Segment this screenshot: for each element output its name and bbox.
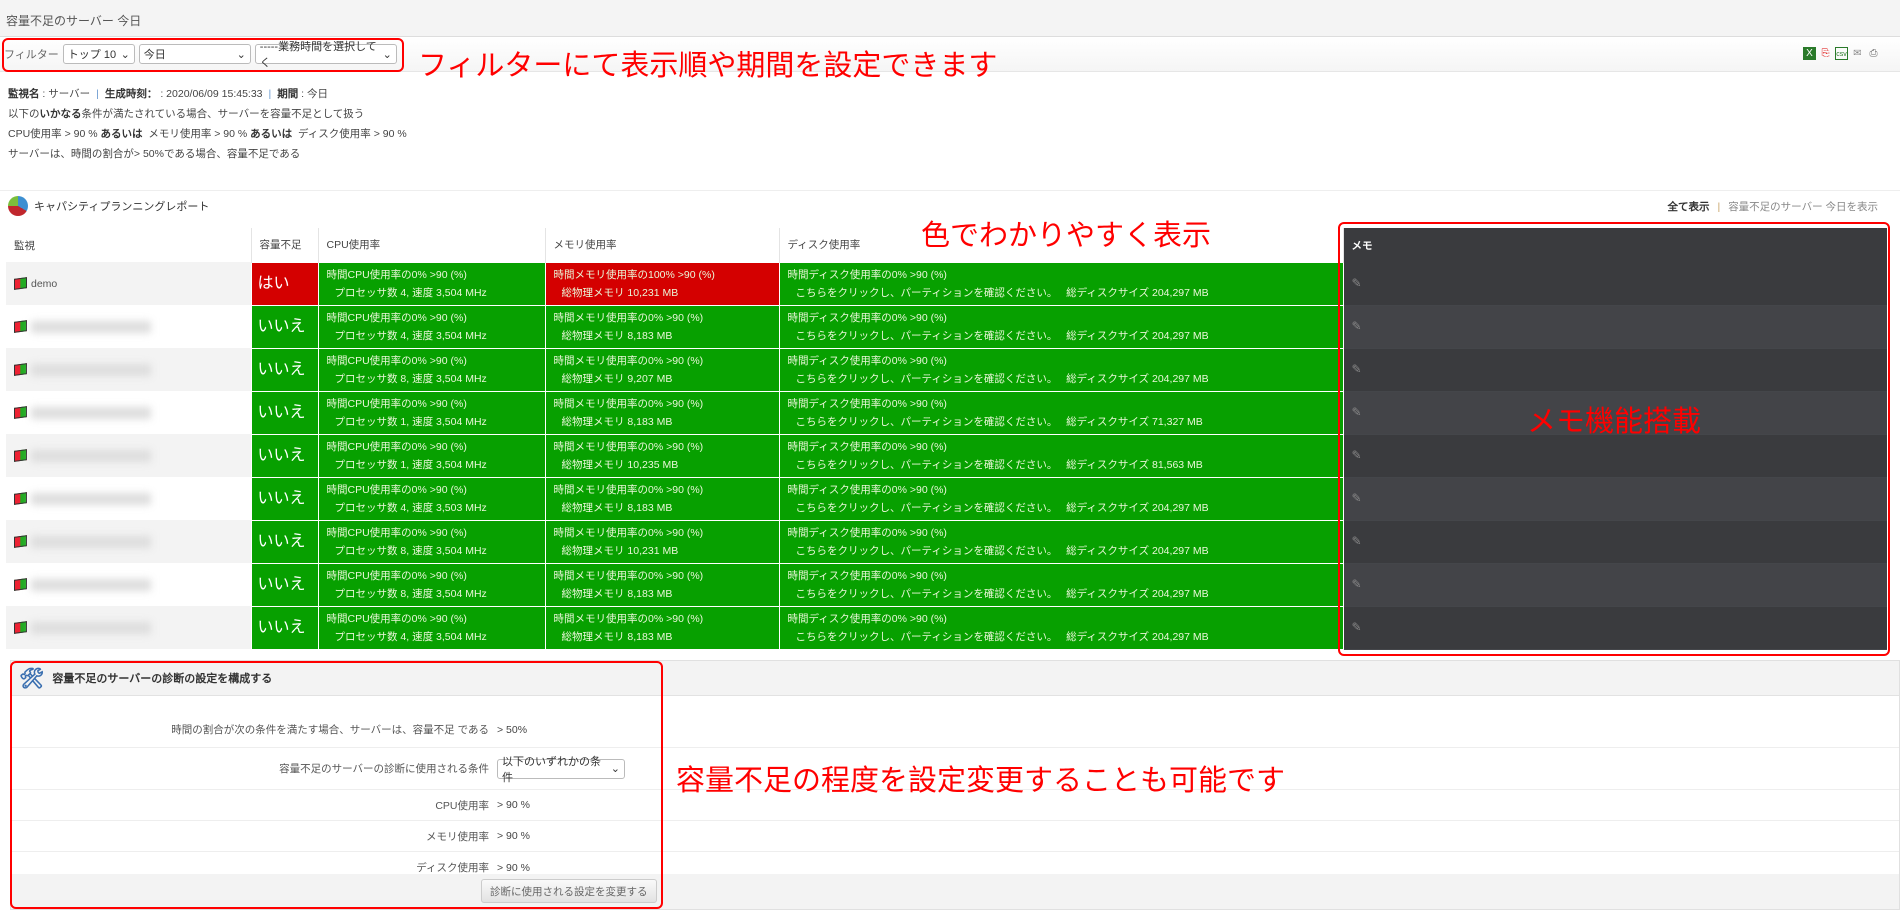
disk-cell: 時間ディスク使用率の0% >90 (%) こちらをクリックし、パーティションを確認…: [778, 390, 1344, 435]
csv-icon[interactable]: csv: [1835, 47, 1848, 60]
shortage-flag: いいえ: [250, 562, 319, 607]
annotation-memo: メモ機能搭載: [1527, 406, 1702, 438]
server-name-blurred: [31, 621, 151, 634]
windows-icon: [14, 492, 27, 506]
disk-cell: 時間ディスク使用率の0% >90 (%) こちらをクリックし、パーティションを確認…: [778, 433, 1344, 478]
partition-link[interactable]: こちらをクリックし、パーティションを確認ください。: [796, 502, 1058, 514]
pdf-icon[interactable]: ⎘: [1819, 47, 1832, 60]
disk-cell: 時間ディスク使用率の0% >90 (%) こちらをクリックし、パーティションを確認…: [778, 562, 1344, 607]
cpu-cell: 時間CPU使用率の0% >90 (%) プロセッサ数 4, 速度 3,504 MH…: [317, 605, 546, 650]
monitor-cell: [6, 348, 251, 391]
excel-icon[interactable]: X: [1803, 47, 1816, 60]
cpu-cell: 時間CPU使用率の0% >90 (%) プロセッサ数 4, 速度 3,504 MH…: [317, 304, 546, 349]
server-name[interactable]: demo: [31, 278, 57, 290]
cpu-cell: 時間CPU使用率の0% >90 (%) プロセッサ数 8, 速度 3,504 MH…: [317, 519, 546, 564]
partition-link[interactable]: こちらをクリックし、パーティションを確認ください。: [796, 545, 1058, 557]
partition-link[interactable]: こちらをクリックし、パーティションを確認ください。: [796, 287, 1058, 299]
shortage-flag: いいえ: [250, 519, 319, 564]
header-shortage[interactable]: 容量不足: [251, 228, 319, 262]
shortage-flag: いいえ: [250, 433, 319, 478]
disk-cell: 時間ディスク使用率の0% >90 (%) こちらをクリックし、パーティションを確認…: [778, 261, 1344, 306]
memory-cell: 時間メモリ使用率の0% >90 (%) 総物理メモリ 9,207 MB: [544, 347, 780, 392]
shortage-flag: はい: [250, 261, 319, 306]
windows-icon: [14, 406, 27, 420]
windows-icon: [14, 449, 27, 463]
memory-cell: 時間メモリ使用率の0% >90 (%) 総物理メモリ 8,183 MB: [544, 390, 780, 435]
shortage-flag: いいえ: [250, 347, 319, 392]
windows-icon: [14, 535, 27, 549]
cpu-cell: 時間CPU使用率の0% >90 (%) プロセッサ数 4, 速度 3,504 MH…: [317, 261, 546, 306]
partition-link[interactable]: こちらをクリックし、パーティションを確認ください。: [796, 373, 1058, 385]
disk-cell: 時間ディスク使用率の0% >90 (%) こちらをクリックし、パーティションを確認…: [778, 347, 1344, 392]
disk-cell: 時間ディスク使用率の0% >90 (%) こちらをクリックし、パーティションを確認…: [778, 519, 1344, 564]
print-icon[interactable]: ⎙: [1867, 47, 1880, 60]
memory-cell: 時間メモリ使用率の0% >90 (%) 総物理メモリ 8,183 MB: [544, 304, 780, 349]
windows-icon: [14, 277, 27, 291]
shortage-flag: いいえ: [250, 304, 319, 349]
cpu-cell: 時間CPU使用率の0% >90 (%) プロセッサ数 8, 速度 3,504 MH…: [317, 347, 546, 392]
partition-link[interactable]: こちらをクリックし、パーティションを確認ください。: [796, 631, 1058, 643]
mail-icon[interactable]: ✉: [1851, 47, 1864, 60]
report-title: キャパシティプランニングレポート: [34, 200, 210, 213]
highlight-box: [10, 661, 663, 909]
cpu-cell: 時間CPU使用率の0% >90 (%) プロセッサ数 1, 速度 3,504 MH…: [317, 390, 546, 435]
partition-link[interactable]: こちらをクリックし、パーティションを確認ください。: [796, 459, 1058, 471]
partition-link[interactable]: こちらをクリックし、パーティションを確認ください。: [796, 416, 1058, 428]
monitor-cell: [6, 563, 251, 606]
windows-icon: [14, 363, 27, 377]
partition-link[interactable]: こちらをクリックし、パーティションを確認ください。: [796, 588, 1058, 600]
header-cpu[interactable]: CPU使用率: [318, 228, 546, 262]
highlight-box: [2, 38, 404, 72]
annotation-config: 容量不足の程度を設定変更することも可能です: [676, 765, 1286, 797]
header-memory[interactable]: メモリ使用率: [545, 228, 780, 262]
shortage-flag: いいえ: [250, 605, 319, 650]
monitor-cell: [6, 305, 251, 348]
memory-cell: 時間メモリ使用率の0% >90 (%) 総物理メモリ 8,183 MB: [544, 476, 780, 521]
report-info: 監視名 : サーバー | 生成時刻： : 2020/06/09 15:45:33 | 期…: [8, 88, 407, 160]
monitor-cell: [6, 391, 251, 434]
annotation-color: 色でわかりやすく表示: [921, 220, 1212, 252]
monitor-cell: demo: [6, 262, 251, 305]
pie-chart-icon: [8, 195, 28, 216]
cpu-cell: 時間CPU使用率の0% >90 (%) プロセッサ数 4, 速度 3,503 MH…: [317, 476, 546, 521]
memory-cell: 時間メモリ使用率の0% >90 (%) 総物理メモリ 8,183 MB: [544, 605, 780, 650]
header-monitor[interactable]: 監視: [6, 228, 252, 262]
shortage-flag: いいえ: [250, 476, 319, 521]
windows-icon: [14, 621, 27, 635]
server-name-blurred: [31, 363, 151, 376]
windows-icon: [14, 320, 27, 334]
server-name-blurred: [31, 449, 151, 462]
disk-cell: 時間ディスク使用率の0% >90 (%) こちらをクリックし、パーティションを確認…: [778, 304, 1344, 349]
memory-cell: 時間メモリ使用率の0% >90 (%) 総物理メモリ 8,183 MB: [544, 562, 780, 607]
annotation-filter: フィルターにて表示順や期間を設定できます: [418, 50, 998, 82]
monitor-cell: [6, 606, 251, 649]
disk-cell: 時間ディスク使用率の0% >90 (%) こちらをクリックし、パーティションを確認…: [778, 605, 1344, 650]
show-filtered-link[interactable]: 容量不足のサーバー 今日を表示: [1728, 201, 1878, 213]
page-title: 容量不足のサーバー 今日: [0, 0, 1900, 37]
show-all-link[interactable]: 全て表示: [1667, 201, 1709, 213]
server-name-blurred: [31, 492, 151, 505]
server-name-blurred: [31, 535, 151, 548]
cpu-cell: 時間CPU使用率の0% >90 (%) プロセッサ数 8, 速度 3,504 MH…: [317, 562, 546, 607]
disk-cell: 時間ディスク使用率の0% >90 (%) こちらをクリックし、パーティションを確認…: [778, 476, 1344, 521]
memory-cell: 時間メモリ使用率の0% >90 (%) 総物理メモリ 10,235 MB: [544, 433, 780, 478]
server-name-blurred: [31, 578, 151, 591]
monitor-cell: [6, 434, 251, 477]
memory-cell: 時間メモリ使用率の100% >90 (%) 総物理メモリ 10,231 MB: [544, 261, 780, 306]
monitor-cell: [6, 477, 251, 520]
cpu-cell: 時間CPU使用率の0% >90 (%) プロセッサ数 1, 速度 3,504 MH…: [317, 433, 546, 478]
server-name-blurred: [31, 406, 151, 419]
windows-icon: [14, 578, 27, 592]
view-links: 全て表示 | 容量不足のサーバー 今日を表示: [1667, 201, 1878, 213]
memory-cell: 時間メモリ使用率の0% >90 (%) 総物理メモリ 10,231 MB: [544, 519, 780, 564]
partition-link[interactable]: こちらをクリックし、パーティションを確認ください。: [796, 330, 1058, 342]
export-icons: X ⎘ csv ✉ ⎙: [1803, 47, 1880, 60]
shortage-flag: いいえ: [250, 390, 319, 435]
server-name-blurred: [31, 320, 151, 333]
monitor-cell: [6, 520, 251, 563]
